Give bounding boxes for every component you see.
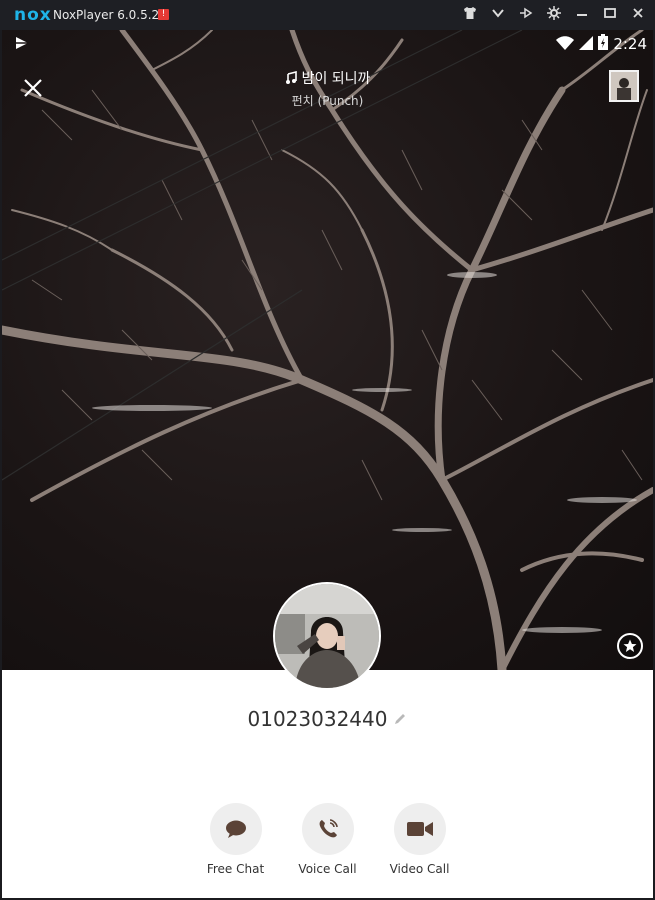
- maximize-icon[interactable]: [601, 6, 619, 24]
- favorite-button[interactable]: [617, 633, 643, 659]
- music-title-row: 밤이 되니까: [285, 68, 371, 88]
- cover-thumbnail[interactable]: [609, 70, 639, 102]
- warning-badge[interactable]: !: [158, 9, 169, 20]
- music-title: 밤이 되니까: [301, 71, 371, 87]
- tshirt-icon[interactable]: [461, 6, 479, 24]
- status-time: 2:24: [613, 35, 647, 53]
- video-call-circle: [393, 803, 446, 855]
- status-bar: 2:24: [2, 30, 653, 56]
- video-call-label: Video Call: [389, 862, 450, 876]
- battery-charging-icon: [598, 34, 609, 54]
- close-icon[interactable]: [629, 6, 647, 24]
- profile-music[interactable]: 밤이 되니까 펀치 (Punch): [2, 68, 653, 109]
- action-buttons: Free Chat Voice Call Video Call: [2, 803, 653, 876]
- profile-cover-image: 2:24 밤이 되니까 펀치 (Punch): [2, 30, 653, 670]
- phone-screen: 2:24 밤이 되니까 펀치 (Punch) 01023032440 Free …: [2, 30, 653, 898]
- play-store-icon: [14, 35, 30, 51]
- signal-icon: [579, 35, 594, 54]
- window-title: NoxPlayer 6.0.5.2: [53, 8, 160, 22]
- nox-logo: nox: [14, 5, 52, 25]
- phone-number: 01023032440: [247, 707, 388, 731]
- chevron-down-icon[interactable]: [489, 6, 507, 24]
- free-chat-circle: [209, 803, 262, 855]
- pencil-icon[interactable]: [393, 712, 407, 726]
- free-chat-label: Free Chat: [206, 862, 265, 876]
- tree-background: [2, 30, 653, 670]
- chat-bubble-icon: [225, 820, 246, 838]
- phone-number-row: 01023032440: [2, 707, 653, 731]
- music-note-icon: [285, 71, 297, 84]
- free-chat-button[interactable]: Free Chat: [202, 803, 270, 876]
- music-artist: 펀치 (Punch): [291, 94, 364, 108]
- wifi-icon: [556, 35, 575, 54]
- voice-call-circle: [301, 803, 354, 855]
- window-controls: [461, 6, 647, 24]
- emulator-titlebar: nox NoxPlayer 6.0.5.2 !: [0, 0, 655, 30]
- gear-icon[interactable]: [545, 6, 563, 24]
- video-camera-icon: [406, 822, 433, 836]
- star-icon: [623, 639, 637, 652]
- video-call-button[interactable]: Video Call: [386, 803, 454, 876]
- status-bar-right: 2:24: [556, 34, 647, 54]
- profile-avatar[interactable]: [273, 582, 381, 690]
- phone-icon: [319, 819, 338, 838]
- voice-call-button[interactable]: Voice Call: [294, 803, 362, 876]
- pin-icon[interactable]: [517, 6, 535, 24]
- minimize-icon[interactable]: [573, 6, 591, 24]
- voice-call-label: Voice Call: [298, 862, 357, 876]
